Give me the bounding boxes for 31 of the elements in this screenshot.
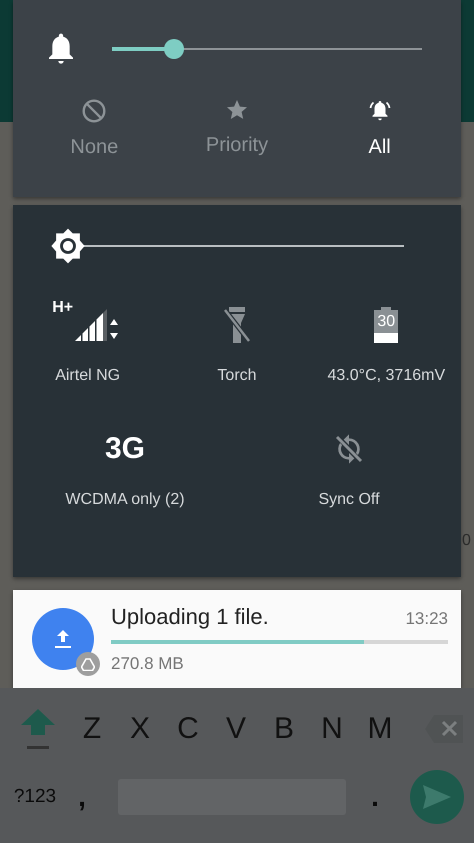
mode-tab[interactable]: Priority <box>172 98 302 159</box>
block-icon <box>81 98 108 124</box>
notification-title: Uploading 1 file. <box>111 604 269 630</box>
quick-tile[interactable]: 30 43.0°C, 3716mV <box>312 287 461 411</box>
drive-icon <box>76 652 100 676</box>
quick-tile[interactable]: H+ Airtel NG <box>13 287 162 411</box>
symbols-key[interactable]: ?123 <box>10 786 60 808</box>
battery-level-text: 30 <box>377 313 396 332</box>
letter-key[interactable]: V <box>212 712 260 746</box>
network-type-text: H+ <box>52 299 74 317</box>
backspace-key[interactable] <box>424 714 464 744</box>
letter-key[interactable]: M <box>356 712 404 746</box>
letter-key[interactable]: B <box>260 712 308 746</box>
letter-key[interactable]: C <box>164 712 212 746</box>
send-icon <box>422 784 452 810</box>
send-button[interactable] <box>410 770 464 824</box>
network-mode-label: 3G <box>104 432 145 466</box>
mode-tab[interactable]: All <box>314 98 445 159</box>
volume-slider[interactable] <box>112 39 422 59</box>
letter-key[interactable]: N <box>308 712 356 746</box>
period-key[interactable]: . <box>360 781 390 813</box>
comma-key[interactable]: , <box>60 781 104 813</box>
file-size: 270.8 MB <box>111 654 185 674</box>
quick-tile[interactable]: Sync Off <box>236 411 461 535</box>
letter-key[interactable]: X <box>116 712 164 746</box>
notification-time: 13:23 <box>405 609 448 629</box>
flashlight-off-icon <box>222 306 252 344</box>
letter-key[interactable]: Z <box>68 712 116 746</box>
quick-tile[interactable]: Torch <box>162 287 312 411</box>
mode-tab[interactable]: None <box>29 98 160 159</box>
quick-tile[interactable]: 3G WCDMA only (2) <box>13 411 237 535</box>
